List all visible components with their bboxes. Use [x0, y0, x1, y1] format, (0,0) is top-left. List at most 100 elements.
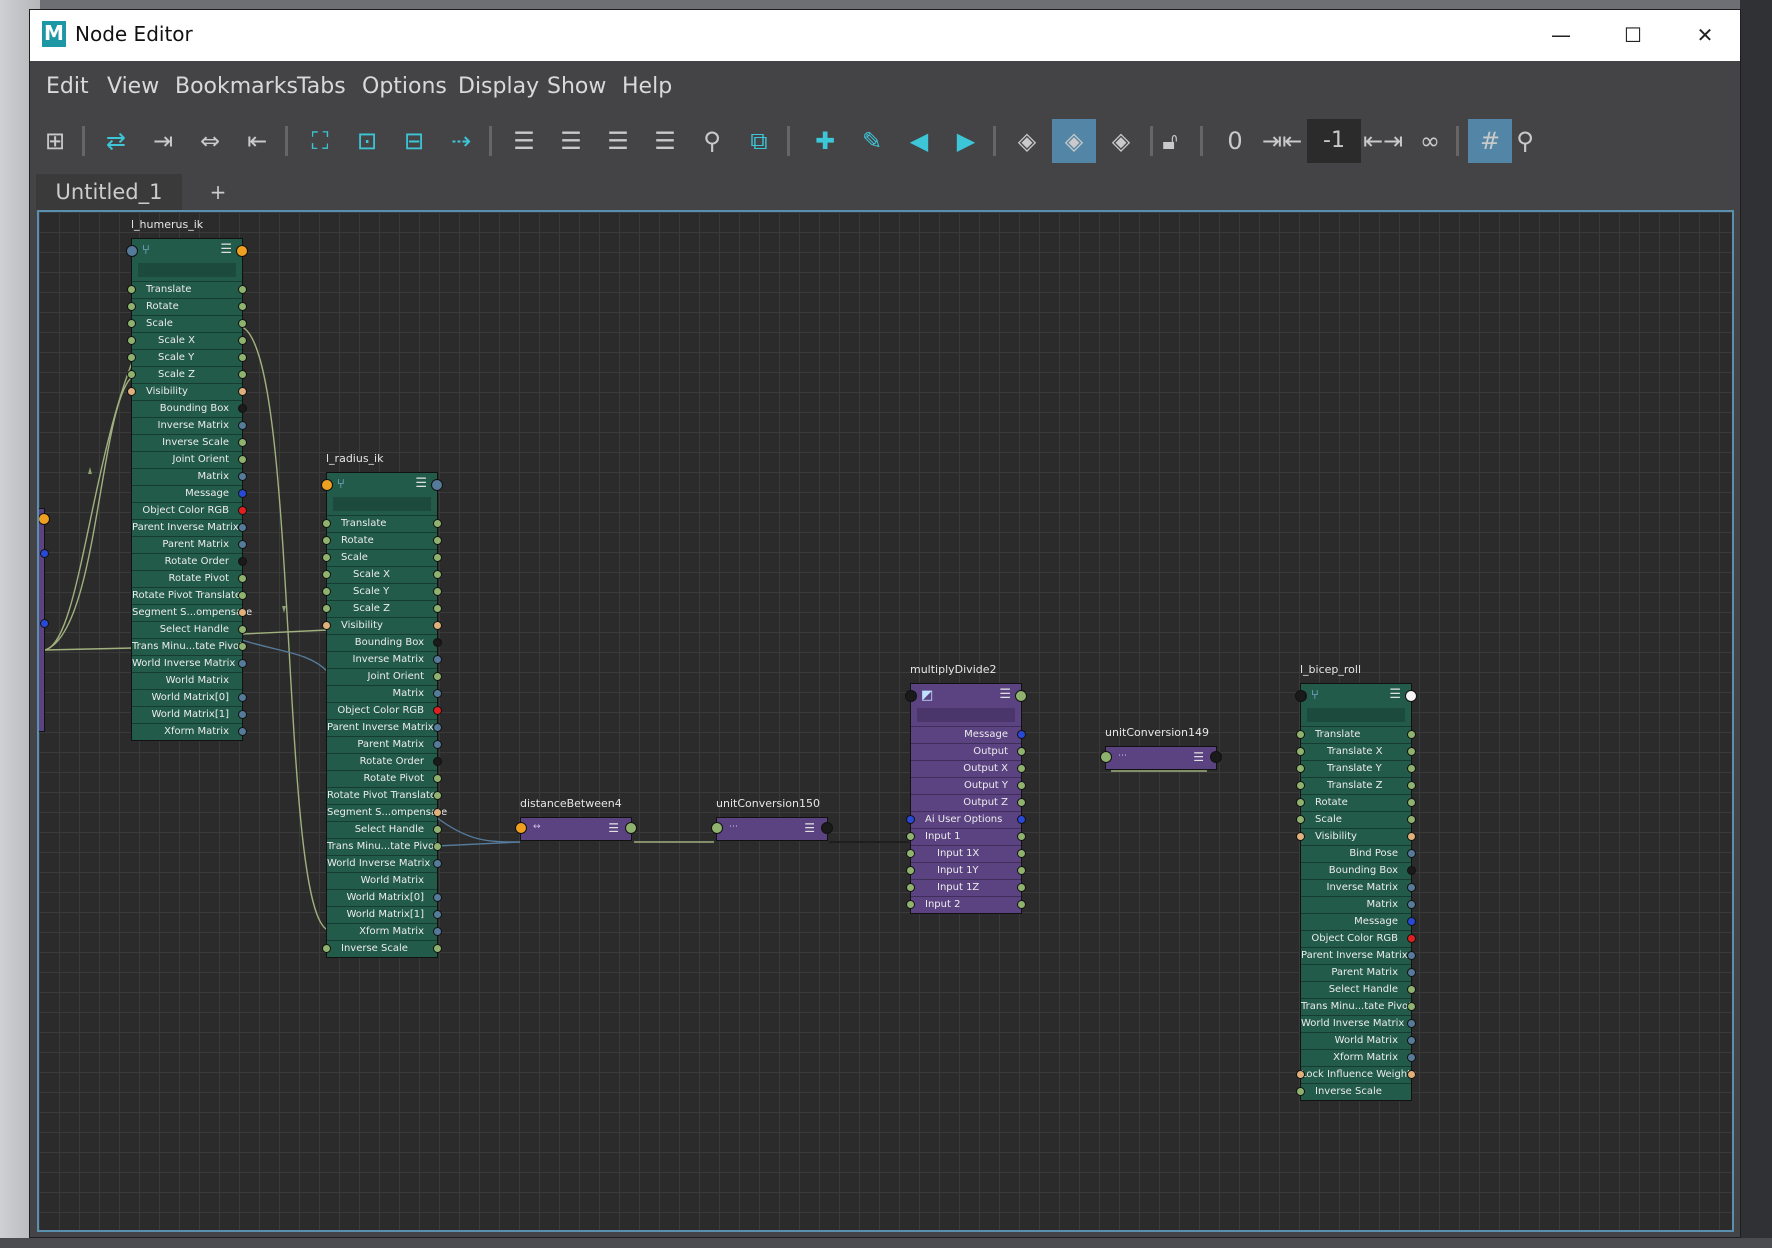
- attribute-filter-field[interactable]: [917, 708, 1015, 722]
- attr-row[interactable]: Segment S...ompensate: [327, 804, 447, 821]
- port-out[interactable]: [236, 245, 248, 257]
- node-menu-icon[interactable]: ☰: [1389, 687, 1401, 702]
- port-out[interactable]: [433, 638, 442, 647]
- attr-row[interactable]: Scale Z: [322, 600, 442, 617]
- attr-row[interactable]: World Matrix: [132, 672, 242, 689]
- attr-row[interactable]: Inverse Matrix: [1301, 879, 1416, 896]
- node-menu-icon[interactable]: ☰: [804, 821, 815, 835]
- attr-row[interactable]: Scale Y: [127, 349, 247, 366]
- port-out[interactable]: [238, 574, 247, 583]
- port-in[interactable]: [1295, 690, 1307, 702]
- attr-row[interactable]: World Inverse Matrix: [132, 655, 247, 672]
- port-out[interactable]: [1017, 815, 1026, 824]
- attr-row[interactable]: Visibility: [127, 383, 247, 400]
- attr-row[interactable]: Output X: [911, 760, 1026, 777]
- node-menu-icon[interactable]: ☰: [220, 242, 232, 257]
- port-out[interactable]: [238, 336, 247, 345]
- port-out[interactable]: [1407, 866, 1416, 875]
- attr-row[interactable]: Parent Inverse Matrix: [327, 719, 442, 736]
- port-in[interactable]: [127, 370, 136, 379]
- port-in[interactable]: [322, 519, 331, 528]
- menu-view[interactable]: View: [107, 74, 159, 99]
- port-out[interactable]: [238, 642, 247, 651]
- port-out[interactable]: [238, 557, 247, 566]
- attr-row[interactable]: Output Z: [911, 794, 1026, 811]
- port-in[interactable]: [906, 832, 915, 841]
- port-out[interactable]: [1017, 764, 1026, 773]
- attr-row[interactable]: Translate Y: [1296, 760, 1416, 777]
- port-in[interactable]: [322, 604, 331, 613]
- graph-canvas[interactable]: l_humerus_ik ⑂ ☰ Translate Rotate Scale …: [37, 210, 1734, 1232]
- attr-row[interactable]: Ai User Options: [906, 811, 1026, 828]
- port-out[interactable]: [1407, 747, 1416, 756]
- port-out[interactable]: [1407, 1036, 1416, 1045]
- port-out[interactable]: [238, 455, 247, 464]
- tab-untitled-1[interactable]: Untitled_1: [36, 174, 182, 210]
- attr-row[interactable]: Scale: [322, 549, 442, 566]
- port-in[interactable]: [1296, 815, 1305, 824]
- port-out[interactable]: [1407, 1002, 1416, 1011]
- attr-row[interactable]: Scale: [1296, 811, 1416, 828]
- bookmark-edit-icon[interactable]: ✎: [850, 119, 894, 163]
- port-out[interactable]: [40, 549, 49, 558]
- attr-row[interactable]: Select Handle: [327, 821, 442, 838]
- attr-row[interactable]: Input 1: [906, 828, 1026, 845]
- port-out[interactable]: [238, 489, 247, 498]
- port-in[interactable]: [906, 883, 915, 892]
- port-out[interactable]: [1017, 883, 1026, 892]
- port-in[interactable]: [906, 866, 915, 875]
- attr-row[interactable]: Bounding Box: [1301, 862, 1416, 879]
- port-in[interactable]: [1296, 798, 1305, 807]
- attr-row[interactable]: Rotate Order: [132, 553, 247, 570]
- attr-row[interactable]: Inverse Scale: [322, 940, 442, 957]
- grid-toggle-icon[interactable]: #: [1468, 119, 1512, 163]
- port-out[interactable]: [433, 587, 442, 596]
- port-out[interactable]: [238, 693, 247, 702]
- attr-row[interactable]: Bind Pose: [1301, 845, 1416, 862]
- node-menu-icon[interactable]: ☰: [1193, 750, 1204, 764]
- port-out[interactable]: [1407, 951, 1416, 960]
- port-in[interactable]: [322, 570, 331, 579]
- attr-row[interactable]: Rotate Order: [327, 753, 442, 770]
- attr-row[interactable]: Translate: [322, 515, 442, 532]
- port-in[interactable]: [126, 245, 138, 257]
- graph-materials-icon[interactable]: ◈: [1005, 119, 1049, 163]
- graph-selected-icon[interactable]: ◈: [1052, 119, 1096, 163]
- port-out[interactable]: [238, 608, 247, 617]
- port-out[interactable]: [433, 842, 442, 851]
- attr-row[interactable]: Parent Inverse Matrix: [1301, 947, 1416, 964]
- full-layout-icon[interactable]: ☰: [596, 119, 640, 163]
- port-out[interactable]: [238, 404, 247, 413]
- attr-row[interactable]: Message: [132, 485, 247, 502]
- node-menu-icon[interactable]: ☰: [415, 476, 427, 491]
- port-out[interactable]: [238, 506, 247, 515]
- port-in[interactable]: [1296, 1070, 1305, 1079]
- port-out[interactable]: [1017, 747, 1026, 756]
- lock-icon[interactable]: 🔓︎: [1148, 119, 1192, 163]
- minimize-button[interactable]: —: [1526, 10, 1596, 61]
- swap-graph-icon[interactable]: ⇄: [94, 119, 138, 163]
- attr-row[interactable]: Rotate: [322, 532, 442, 549]
- port-out[interactable]: [433, 706, 442, 715]
- connected-layout-icon[interactable]: ☰: [549, 119, 593, 163]
- node-menu-icon[interactable]: ☰: [608, 821, 619, 835]
- attr-row[interactable]: World Matrix: [327, 872, 437, 889]
- port-out[interactable]: [433, 791, 442, 800]
- attr-row[interactable]: Select Handle: [1301, 981, 1416, 998]
- port-out[interactable]: [1407, 917, 1416, 926]
- bookmark-add-icon[interactable]: ✚: [803, 119, 847, 163]
- menu-edit[interactable]: Edit: [46, 74, 89, 99]
- port-out[interactable]: [433, 740, 442, 749]
- port-out[interactable]: [1017, 866, 1026, 875]
- port-in[interactable]: [127, 302, 136, 311]
- attr-row[interactable]: Object Color RGB: [327, 702, 442, 719]
- attr-row[interactable]: World Matrix[1]: [132, 706, 247, 723]
- attr-row[interactable]: Visibility: [322, 617, 442, 634]
- port-out[interactable]: [1407, 1070, 1416, 1079]
- attr-row[interactable]: Rotate Pivot: [327, 770, 442, 787]
- add-node-icon[interactable]: ⊞: [33, 119, 77, 163]
- attribute-filter-field[interactable]: [1307, 708, 1405, 722]
- frame-all-icon[interactable]: ⛶: [298, 119, 342, 163]
- port-out[interactable]: [1017, 900, 1026, 909]
- port-out[interactable]: [1407, 968, 1416, 977]
